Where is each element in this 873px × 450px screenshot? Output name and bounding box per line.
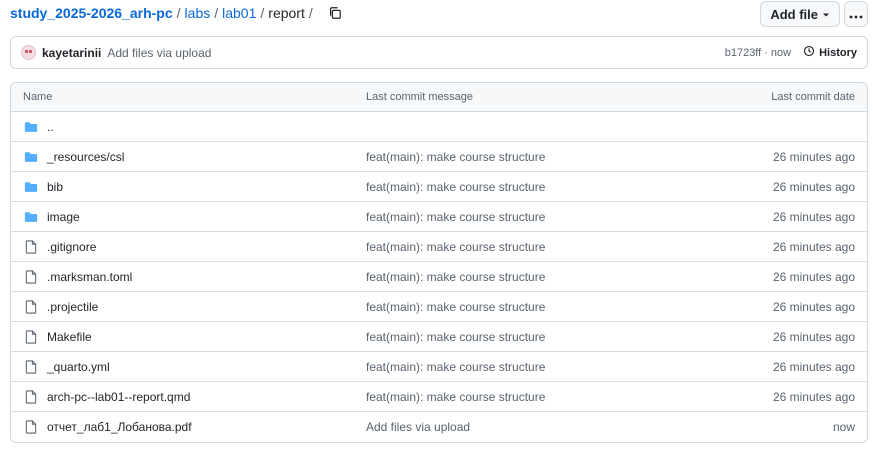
commit-date: 26 minutes ago — [772, 179, 855, 194]
commit-message-link[interactable]: feat(main): make course structure — [366, 360, 687, 374]
commit-message-link[interactable]: feat(main): make course structure — [366, 180, 687, 194]
folder-icon — [23, 149, 39, 165]
file-name-link[interactable]: _resources/csl — [47, 150, 124, 164]
file-name-link[interactable]: .gitignore — [47, 240, 96, 254]
table-row[interactable]: отчет_лаб1_Лобанова.pdf Add files via upl… — [11, 412, 867, 442]
commit-message-link[interactable]: feat(main): make course structure — [366, 390, 687, 404]
breadcrumb-labs-link[interactable]: labs — [185, 5, 211, 21]
table-row[interactable]: arch-pc--lab01--report.qmd feat(main): ma… — [11, 382, 867, 412]
table-header: Name Last commit message Last commit dat… — [11, 83, 867, 112]
breadcrumb-lab01-link[interactable]: lab01 — [222, 5, 256, 21]
file-icon — [23, 359, 39, 375]
commit-message-link[interactable]: feat(main): make course structure — [366, 240, 687, 254]
commit-author[interactable]: kayetarinii — [42, 46, 101, 60]
breadcrumb-separator: / — [260, 5, 265, 21]
commit-message-link[interactable]: Add files via upload — [366, 420, 687, 434]
header-message: Last commit message — [366, 91, 473, 103]
commit-date: 26 minutes ago — [772, 209, 855, 224]
commit-date: 26 minutes ago — [772, 149, 855, 164]
caret-down-icon — [822, 7, 830, 22]
latest-commit-bar: kayetarinii Add files via upload b1723ff… — [10, 36, 868, 69]
commit-date: 26 minutes ago — [772, 389, 855, 404]
avatar[interactable] — [21, 45, 36, 60]
file-icon — [23, 299, 39, 315]
file-icon — [23, 419, 39, 435]
file-icon — [23, 389, 39, 405]
file-name-link[interactable]: Makefile — [47, 330, 92, 344]
kebab-horizontal-icon — [849, 6, 863, 22]
file-name-link[interactable]: .projectile — [47, 300, 98, 314]
breadcrumb-current: report — [268, 5, 305, 21]
commit-date: 26 minutes ago — [772, 299, 855, 314]
history-label: History — [819, 46, 857, 59]
commit-sha[interactable]: b1723ff — [725, 47, 762, 59]
more-options-button[interactable] — [844, 1, 868, 27]
table-row[interactable]: Makefile feat(main): make course structur… — [11, 322, 867, 352]
breadcrumb: study_2025-2026_arh-pc / labs / lab01 / … — [10, 5, 343, 21]
parent-directory-row[interactable]: .. — [11, 112, 867, 142]
file-name-link[interactable]: .marksman.toml — [47, 270, 132, 284]
commit-date: 26 minutes ago — [772, 329, 855, 344]
table-row[interactable]: bib feat(main): make course structure 26 m… — [11, 172, 867, 202]
header-date: Last commit date — [771, 91, 855, 103]
file-icon — [23, 239, 39, 255]
commit-message-link[interactable]: feat(main): make course structure — [366, 330, 687, 344]
commit-date: 26 minutes ago — [772, 359, 855, 374]
breadcrumb-separator: / — [308, 5, 313, 21]
folder-icon — [23, 119, 39, 135]
breadcrumb-repo-link[interactable]: study_2025-2026_arh-pc — [10, 5, 173, 21]
table-row[interactable]: _resources/csl feat(main): make course st… — [11, 142, 867, 172]
file-name-link[interactable]: отчет_лаб1_Лобанова.pdf — [47, 420, 192, 434]
commit-date: 26 minutes ago — [772, 239, 855, 254]
history-icon — [803, 45, 815, 60]
commit-date: now — [832, 420, 855, 434]
table-row[interactable]: .gitignore feat(main): make course struct… — [11, 232, 867, 262]
file-icon — [23, 269, 39, 285]
commit-message-link[interactable]: feat(main): make course structure — [366, 270, 687, 284]
commit-message-link[interactable]: feat(main): make course structure — [366, 150, 687, 164]
file-table: Name Last commit message Last commit dat… — [10, 82, 868, 443]
table-row[interactable]: image feat(main): make course structure 26… — [11, 202, 867, 232]
add-file-label: Add file — [770, 6, 818, 22]
table-row[interactable]: .marksman.toml feat(main): make course st… — [11, 262, 867, 292]
table-row[interactable]: .projectile feat(main): make course struc… — [11, 292, 867, 322]
file-name-link[interactable]: image — [47, 210, 80, 224]
history-button[interactable]: History — [803, 45, 857, 60]
commit-message[interactable]: Add files via upload — [107, 46, 211, 60]
file-icon — [23, 329, 39, 345]
breadcrumb-separator: / — [214, 5, 219, 21]
folder-icon — [23, 179, 39, 195]
commit-time: now — [770, 46, 792, 59]
folder-icon — [23, 209, 39, 225]
commit-message-link[interactable]: feat(main): make course structure — [366, 210, 687, 224]
breadcrumb-separator: / — [176, 5, 181, 21]
file-name-link[interactable]: _quarto.yml — [47, 360, 110, 374]
header-name: Name — [23, 91, 53, 103]
commit-message-link[interactable]: feat(main): make course structure — [366, 300, 687, 314]
parent-directory-link[interactable]: .. — [47, 120, 54, 134]
table-row[interactable]: _quarto.yml feat(main): make course struc… — [11, 352, 867, 382]
top-bar: study_2025-2026_arh-pc / labs / lab01 / … — [10, 0, 868, 28]
copy-icon[interactable] — [327, 5, 343, 21]
commit-date: 26 minutes ago — [772, 269, 855, 284]
file-name-link[interactable]: arch-pc--lab01--report.qmd — [47, 390, 190, 404]
commit-dot-separator: · — [764, 46, 768, 59]
file-name-link[interactable]: bib — [47, 180, 63, 194]
add-file-button[interactable]: Add file — [760, 1, 840, 27]
